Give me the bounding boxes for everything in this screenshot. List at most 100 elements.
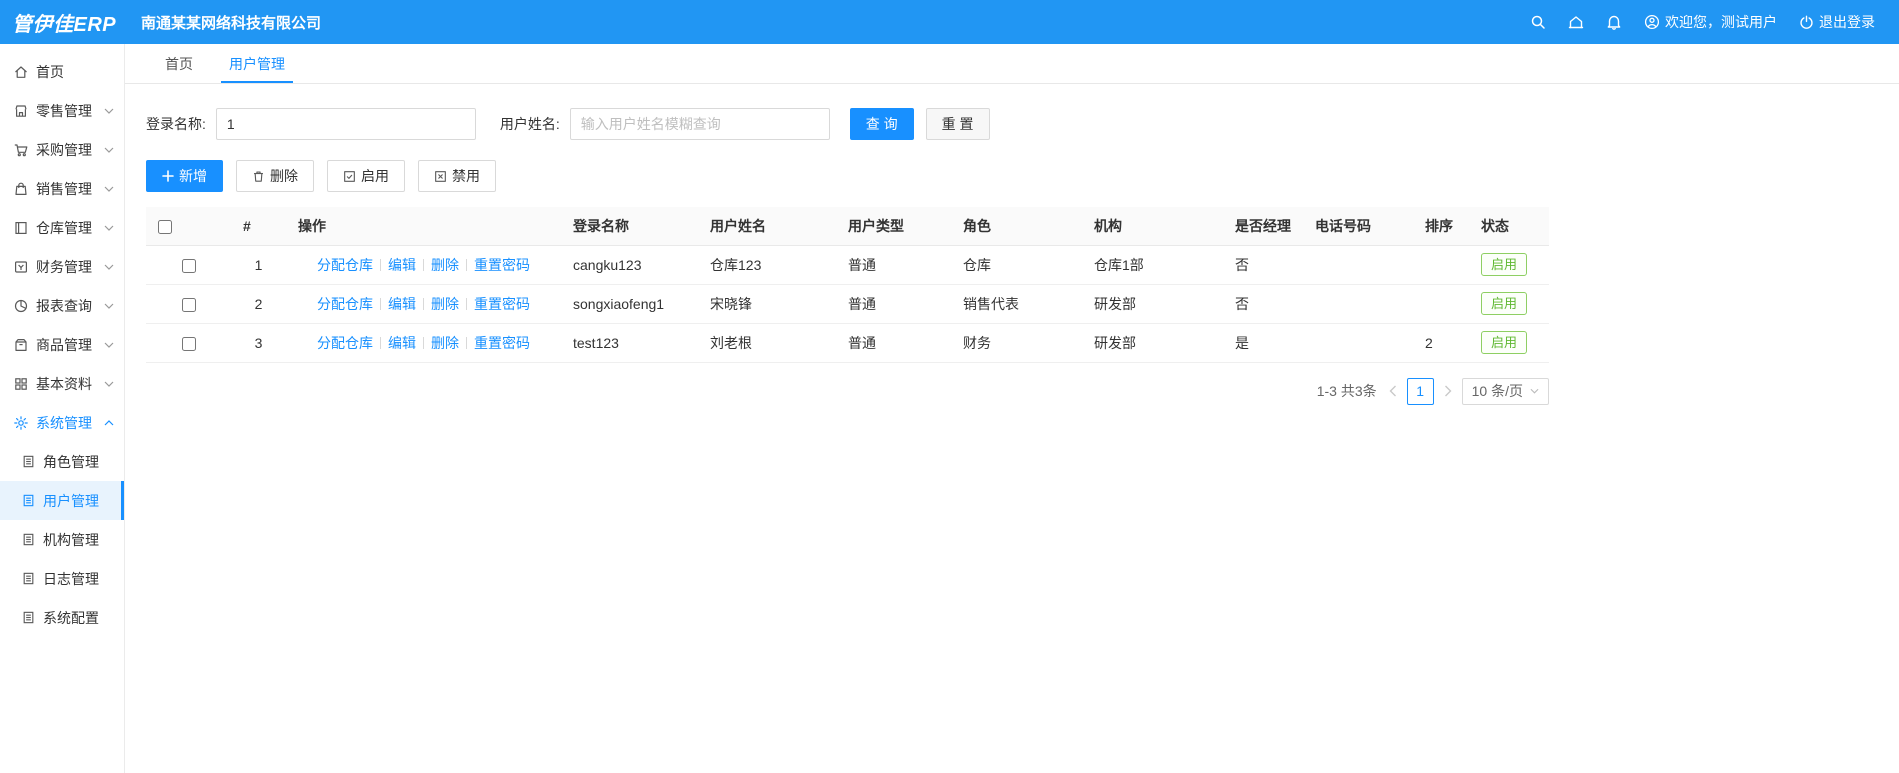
row-checkbox[interactable] [181, 258, 196, 273]
welcome-user[interactable]: 欢迎您，测试用户 [1644, 12, 1777, 32]
sidebar-item-system-config[interactable]: 系统配置 [0, 598, 124, 637]
col-header-name: 用户姓名 [698, 207, 836, 246]
chevron-down-icon [104, 108, 114, 114]
logout-button[interactable]: 退出登录 [1799, 12, 1875, 32]
cell-role: 财务 [951, 323, 1082, 363]
notifications-bell-icon[interactable] [1606, 14, 1622, 30]
sidebar-item-purchase[interactable]: 采购管理 [0, 130, 124, 169]
users-table: # 操作 登录名称 用户姓名 用户类型 角色 机构 是否经理 电话号码 排序 状… [146, 207, 1549, 363]
page-size-value: 10 条/页 [1471, 383, 1523, 399]
row-checkbox[interactable] [181, 297, 196, 312]
home-icon[interactable] [1568, 14, 1584, 30]
disable-button[interactable]: 禁用 [418, 160, 496, 192]
delete-button-label: 删除 [270, 168, 298, 184]
cell-type: 普通 [836, 245, 951, 285]
col-header-index: # [231, 207, 286, 246]
sidebar-item-home[interactable]: 首页 [0, 52, 124, 91]
status-badge: 启用 [1481, 253, 1528, 276]
toolbar: 新增 删除 启用 禁用 [146, 160, 1878, 192]
sidebar-item-label: 系统管理 [36, 414, 92, 431]
sidebar-item-system[interactable]: 系统管理 [0, 403, 124, 442]
divider [380, 336, 381, 349]
document-icon [21, 532, 36, 547]
enable-button[interactable]: 启用 [327, 160, 405, 192]
sidebar-item-sales[interactable]: 销售管理 [0, 169, 124, 208]
enable-button-label: 启用 [361, 168, 389, 184]
sidebar-item-reports[interactable]: 报表查询 [0, 286, 124, 325]
sidebar: 首页 零售管理 采购管理 销售管理 仓库管理 财务管理 报表查询 商品管理 基本… [0, 44, 125, 773]
table-header-row: # 操作 登录名称 用户姓名 用户类型 角色 机构 是否经理 电话号码 排序 状… [146, 207, 1549, 246]
sidebar-item-goods[interactable]: 商品管理 [0, 325, 124, 364]
reset-password-link[interactable]: 重置密码 [474, 257, 530, 273]
table-row: 2 分配仓库 编辑 删除 重置密码 songxiaofeng1 宋晓锋 普通 销售代表… [146, 284, 1549, 324]
document-icon [21, 610, 36, 625]
document-icon [21, 571, 36, 586]
delete-link[interactable]: 删除 [431, 335, 459, 351]
page-number-1[interactable]: 1 [1406, 377, 1434, 405]
col-header-phone: 电话号码 [1303, 207, 1413, 246]
assign-warehouse-link[interactable]: 分配仓库 [317, 296, 373, 312]
tab-home[interactable]: 首页 [147, 44, 211, 83]
sidebar-item-warehouse[interactable]: 仓库管理 [0, 208, 124, 247]
sidebar-item-user-mgmt[interactable]: 用户管理 [0, 481, 124, 520]
row-index: 3 [231, 323, 286, 363]
tab-label: 用户管理 [229, 55, 285, 72]
top-header: 管伊佳ERP 南通某某网络科技有限公司 欢迎您，测试用户 退出登录 [0, 0, 1899, 44]
sidebar-item-finance[interactable]: 财务管理 [0, 247, 124, 286]
cell-org: 研发部 [1082, 284, 1223, 324]
document-icon [21, 493, 36, 508]
tab-user-management[interactable]: 用户管理 [211, 44, 303, 83]
sidebar-item-retail[interactable]: 零售管理 [0, 91, 124, 130]
user-name-label: 用户姓名: [499, 116, 560, 132]
col-header-status: 状态 [1469, 207, 1549, 246]
x-square-icon [434, 170, 447, 183]
tab-bar: 首页 用户管理 [125, 44, 1899, 84]
row-checkbox[interactable] [181, 336, 196, 351]
cell-manager: 否 [1223, 245, 1303, 285]
cell-org: 仓库1部 [1082, 245, 1223, 285]
disable-button-label: 禁用 [452, 168, 480, 184]
prev-page-icon[interactable] [1389, 385, 1397, 397]
app-logo: 管伊佳ERP [12, 13, 117, 36]
query-button[interactable]: 查 询 [849, 108, 914, 140]
assign-warehouse-link[interactable]: 分配仓库 [317, 257, 373, 273]
select-all-checkbox[interactable] [158, 219, 172, 234]
cell-phone [1303, 284, 1413, 324]
add-button-label: 新增 [179, 168, 207, 184]
edit-link[interactable]: 编辑 [388, 257, 416, 273]
reset-password-link[interactable]: 重置密码 [474, 335, 530, 351]
divider [466, 297, 467, 310]
search-icon[interactable] [1530, 14, 1546, 30]
cell-type: 普通 [836, 323, 951, 363]
col-header-role: 角色 [951, 207, 1082, 246]
sidebar-item-label: 日志管理 [43, 570, 99, 587]
next-page-icon[interactable] [1444, 385, 1452, 397]
divider [423, 297, 424, 310]
sidebar-item-label: 商品管理 [36, 336, 92, 353]
sidebar-item-label: 销售管理 [36, 180, 92, 197]
assign-warehouse-link[interactable]: 分配仓库 [317, 335, 373, 351]
sidebar-item-org-mgmt[interactable]: 机构管理 [0, 520, 124, 559]
col-header-actions: 操作 [286, 207, 561, 246]
user-name-input[interactable] [569, 108, 830, 140]
page-size-select[interactable]: 10 条/页 [1461, 377, 1549, 405]
add-button[interactable]: 新增 [146, 160, 223, 192]
login-name-input[interactable] [215, 108, 476, 140]
document-icon [21, 454, 36, 469]
cell-manager: 否 [1223, 284, 1303, 324]
delete-link[interactable]: 删除 [431, 296, 459, 312]
sidebar-item-label: 零售管理 [36, 102, 92, 119]
sidebar-item-log-mgmt[interactable]: 日志管理 [0, 559, 124, 598]
plus-icon [162, 170, 174, 182]
edit-link[interactable]: 编辑 [388, 335, 416, 351]
sidebar-item-role-mgmt[interactable]: 角色管理 [0, 442, 124, 481]
reset-password-link[interactable]: 重置密码 [474, 296, 530, 312]
delete-link[interactable]: 删除 [431, 257, 459, 273]
sidebar-item-basic-data[interactable]: 基本资料 [0, 364, 124, 403]
page-content: 登录名称: 用户姓名: 查 询 重 置 新增 删除 [125, 84, 1899, 773]
edit-link[interactable]: 编辑 [388, 296, 416, 312]
pagination-total: 1-3 共3条 [1316, 383, 1377, 399]
reset-button[interactable]: 重 置 [925, 108, 990, 140]
delete-button[interactable]: 删除 [236, 160, 314, 192]
chevron-down-icon [104, 381, 114, 387]
